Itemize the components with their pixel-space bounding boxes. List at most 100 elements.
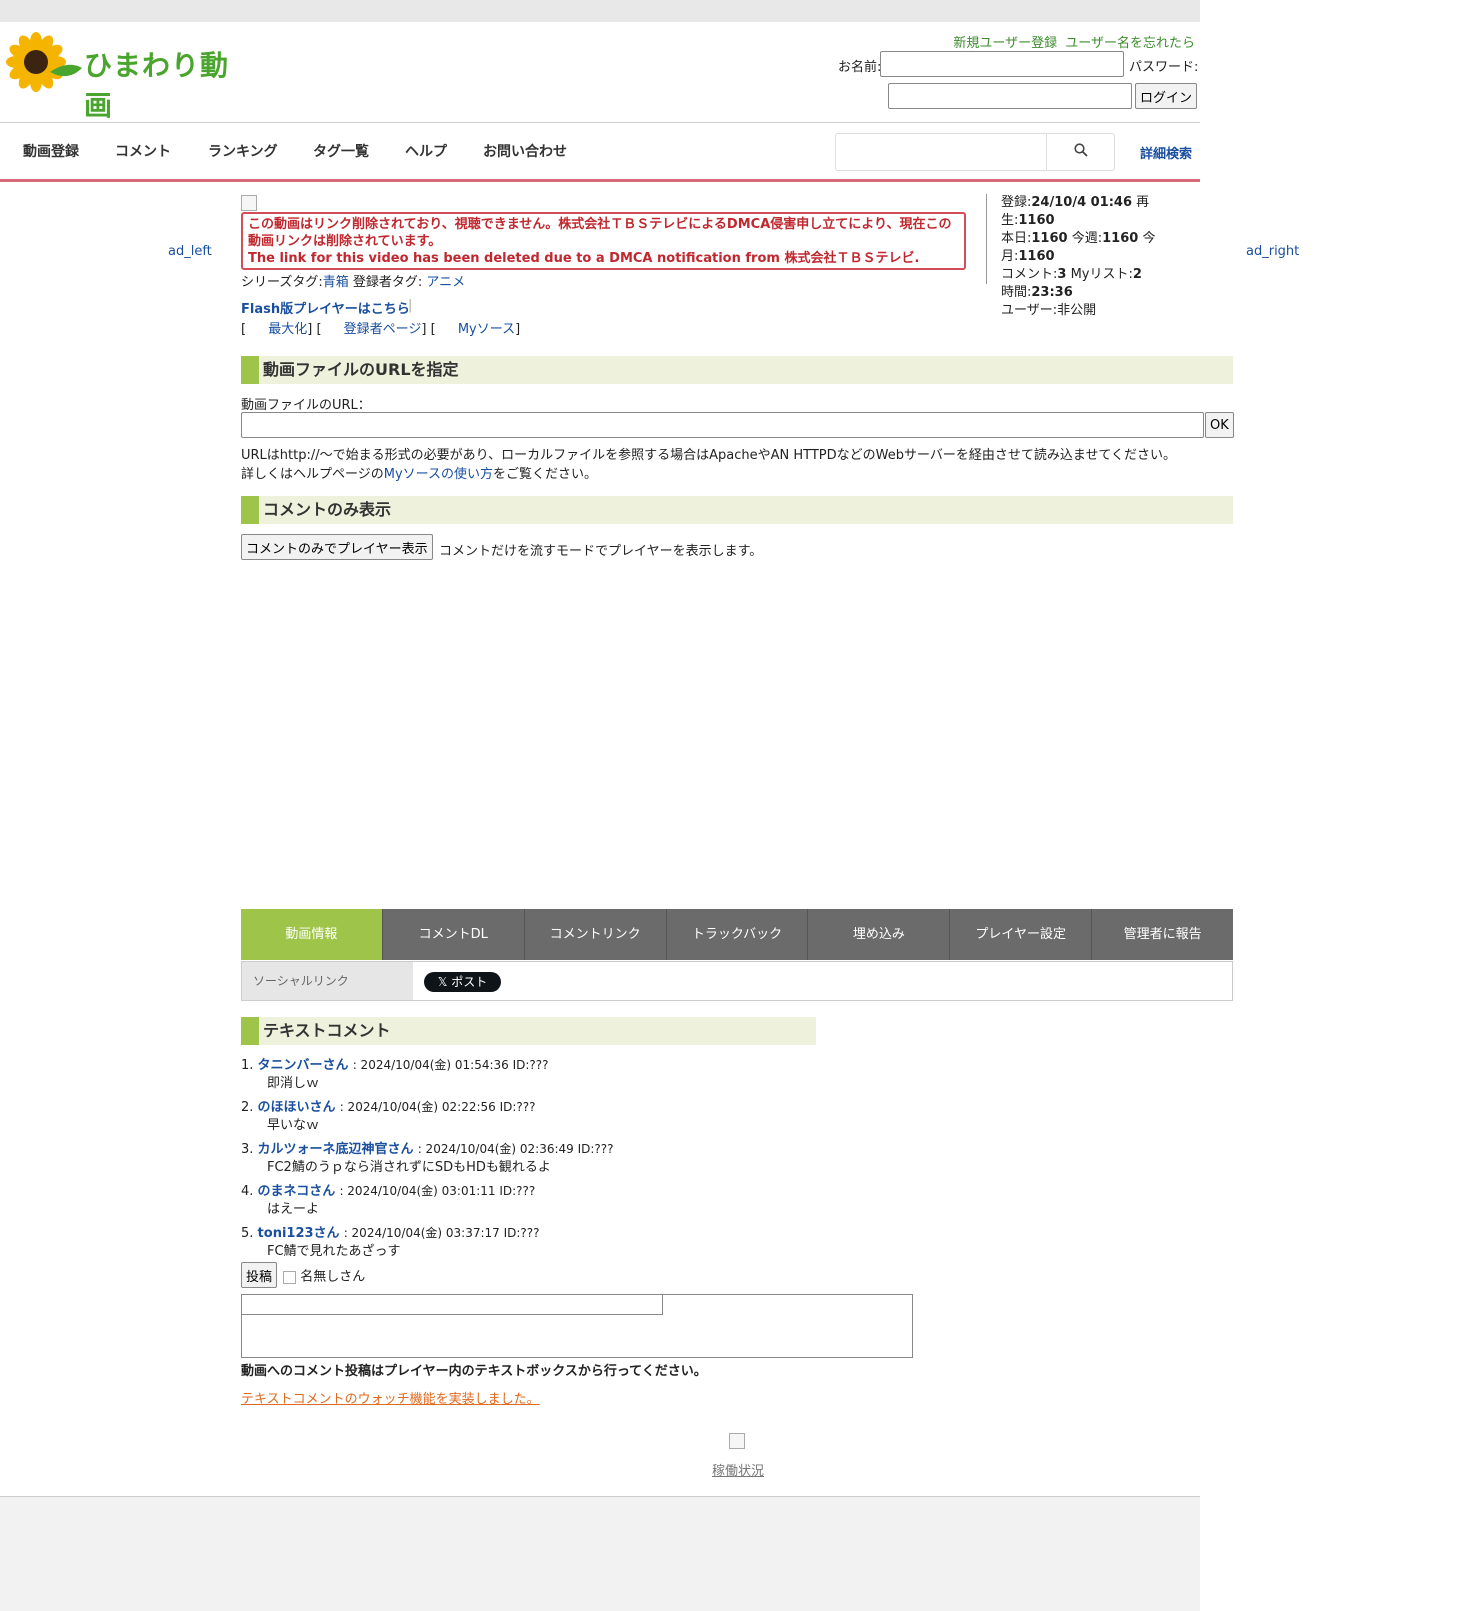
- name-label: お名前:: [838, 60, 882, 75]
- comment-author-link[interactable]: のほほいさん: [258, 1100, 336, 1115]
- comment-count-label: コメント:: [1001, 267, 1058, 282]
- reg-value: 24/10/4 01:46: [1031, 195, 1133, 210]
- url-field-label: 動画ファイルのURL：: [241, 398, 371, 413]
- login-button[interactable]: ログイン: [1135, 83, 1198, 109]
- nav-tags[interactable]: タグ一覧: [313, 141, 369, 161]
- flash-separator: |: [408, 298, 413, 313]
- tab-comment-dl[interactable]: コメントDL: [382, 909, 525, 960]
- url-ok-button[interactable]: OK: [1205, 412, 1234, 438]
- social-links-label: ソーシャルリンク: [242, 962, 413, 1000]
- text-comment-list: 1. タニンバーさん : 2024/10/04(金) 01:54:36 ID:?…: [241, 1056, 614, 1266]
- url-help-text: URLはhttp://〜で始まる形式の必要があり、ローカルファイルを参照する場合…: [241, 448, 1177, 463]
- watch-feature-link[interactable]: テキストコメントのウォッチ機能を実装しました。: [241, 1388, 540, 1407]
- comment-meta: : 2024/10/04(金) 03:01:11 ID:???: [339, 1184, 536, 1198]
- tab-trackback[interactable]: トラックバック: [666, 909, 809, 960]
- flash-player-link[interactable]: Flash版プレイヤーはこちら: [241, 298, 410, 317]
- comment-item: 2. のほほいさん : 2024/10/04(金) 02:22:56 ID:??…: [241, 1098, 614, 1135]
- tab-player-settings[interactable]: プレイヤー設定: [950, 909, 1093, 960]
- site-logo[interactable]: ひまわり動画: [6, 32, 256, 122]
- mysource-help-link[interactable]: Myソースの使い方: [384, 467, 493, 482]
- social-links-row: ソーシャルリンク 𝕏 ポスト: [241, 961, 1233, 1001]
- nav-contact[interactable]: お問い合わせ: [483, 141, 567, 161]
- comment-body: FC2鯖のうｐなら消されずにSDもHDも観れるよ: [267, 1160, 551, 1175]
- url-section-heading: 動画ファイルのURLを指定: [241, 356, 1233, 384]
- mylist-label: Myリスト:: [1070, 267, 1133, 282]
- today-value: 1160: [1031, 231, 1068, 246]
- comment-item: 1. タニンバーさん : 2024/10/04(金) 01:54:36 ID:?…: [241, 1056, 614, 1093]
- forgot-username-link[interactable]: ユーザー名を忘れたら: [1065, 36, 1195, 51]
- comment-author-link[interactable]: のまネコさん: [258, 1184, 336, 1199]
- ad-right-image[interactable]: ad_right: [1246, 244, 1299, 259]
- comment-only-player-button[interactable]: コメントのみでプレイヤー表示: [241, 534, 433, 560]
- nav-ranking[interactable]: ランキング: [208, 141, 278, 161]
- thumbnail-image: [241, 195, 257, 211]
- tab-comment-link[interactable]: コメントリンク: [524, 909, 667, 960]
- search-icon[interactable]: [1074, 143, 1088, 157]
- month-value: 1160: [1018, 249, 1055, 264]
- status-image: [729, 1433, 745, 1449]
- anonymous-label: 名無しさん: [300, 1269, 366, 1285]
- comment-only-heading: コメントのみ表示: [241, 496, 1233, 524]
- comment-item: 4. のまネコさん : 2024/10/04(金) 03:01:11 ID:??…: [241, 1182, 614, 1219]
- comment-body: 早いなｗ: [267, 1118, 320, 1133]
- logo-text: ひまわり動画: [84, 49, 230, 122]
- password-input[interactable]: [888, 83, 1132, 109]
- time-label: 時間:: [1001, 285, 1032, 300]
- search-box: [835, 133, 1115, 171]
- sunflower-icon: [6, 32, 82, 92]
- search-divider: [1046, 134, 1047, 170]
- tab-video-info[interactable]: 動画情報: [241, 909, 383, 960]
- uploader-tag-link[interactable]: アニメ: [426, 275, 465, 290]
- comment-meta: : 2024/10/04(金) 02:22:56 ID:???: [339, 1100, 536, 1114]
- maximize-link[interactable]: 最大化: [268, 322, 307, 337]
- x-post-button[interactable]: 𝕏 ポスト: [424, 972, 501, 992]
- mylist-value: 2: [1132, 267, 1142, 282]
- url-help-text-2: 詳しくはヘルプページのMyソースの使い方をご覧ください。: [241, 467, 598, 482]
- anonymous-checkbox[interactable]: [283, 1270, 297, 1284]
- comment-author-link[interactable]: toni123さん: [258, 1226, 340, 1241]
- video-tabs: 動画情報 コメントDL コメントリンク トラックバック 埋め込み プレイヤー設定…: [241, 909, 1234, 960]
- comment-post-row: 投稿 名無しさん: [241, 1262, 365, 1288]
- nav-upload[interactable]: 動画登録: [23, 141, 79, 161]
- comment-count-value: 3: [1057, 267, 1067, 282]
- nav-help[interactable]: ヘルプ: [405, 141, 447, 161]
- comment-only-desc: コメントだけを流すモードでプレイヤーを表示します。: [439, 544, 763, 559]
- uploader-page-link[interactable]: 登録者ページ: [344, 322, 422, 337]
- comment-meta: : 2024/10/04(金) 02:36:49 ID:???: [417, 1142, 614, 1156]
- comment-author-link[interactable]: カルツォーネ底辺神官さん: [258, 1142, 414, 1157]
- post-comment-button[interactable]: 投稿: [241, 1262, 278, 1288]
- tab-report-admin[interactable]: 管理者に報告: [1092, 909, 1234, 960]
- time-value: 23:36: [1031, 285, 1073, 300]
- week-label: 今週:: [1071, 231, 1103, 246]
- week-value: 1160: [1102, 231, 1139, 246]
- comment-meta: : 2024/10/04(金) 03:37:17 ID:???: [343, 1226, 540, 1240]
- series-tag-link[interactable]: 青箱: [323, 275, 349, 290]
- auth-links: 新規ユーザー登録 ユーザー名を忘れたら: [949, 32, 1195, 51]
- video-url-input[interactable]: [241, 412, 1204, 438]
- comment-body: はえーよ: [267, 1202, 320, 1217]
- tab-embed[interactable]: 埋め込み: [808, 909, 951, 960]
- comment-author-link[interactable]: タニンバーさん: [258, 1058, 349, 1073]
- register-link[interactable]: 新規ユーザー登録: [953, 36, 1057, 51]
- password-label: パスワード:: [1129, 60, 1199, 75]
- status-link[interactable]: 稼働状況: [712, 1460, 764, 1479]
- play-value: 1160: [1018, 213, 1055, 228]
- series-tag-label: シリーズタグ:: [241, 275, 323, 290]
- mysource-link[interactable]: Myソース: [458, 322, 515, 337]
- comment-name-input[interactable]: [242, 1295, 663, 1315]
- video-tags: シリーズタグ:青箱 登録者タグ: アニメ: [241, 271, 465, 290]
- name-input[interactable]: [880, 51, 1124, 77]
- comment-textarea[interactable]: [241, 1294, 913, 1358]
- ad-left-image[interactable]: ad_left: [168, 244, 212, 259]
- uploader-tag-label: 登録者タグ:: [352, 275, 423, 290]
- comment-body: 即消しｗ: [267, 1076, 320, 1091]
- comment-meta: : 2024/10/04(金) 01:54:36 ID:???: [352, 1058, 549, 1072]
- advanced-search-link[interactable]: 詳細検索: [1140, 143, 1192, 162]
- post-note: 動画へのコメント投稿はプレイヤー内のテキストボックスから行ってください。: [241, 1364, 707, 1379]
- search-input[interactable]: [836, 134, 1046, 170]
- notice-ja: この動画はリンク削除されており、視聴できません。株式会社ＴＢＳテレビによるDMC…: [248, 217, 952, 249]
- main-nav: 動画登録 コメント ランキング タグ一覧 ヘルプ お問い合わせ 詳細検索: [0, 123, 1200, 182]
- comment-item: 3. カルツォーネ底辺神官さん : 2024/10/04(金) 02:36:49…: [241, 1142, 614, 1175]
- page-footer: [0, 1496, 1200, 1611]
- nav-comments[interactable]: コメント: [115, 141, 171, 161]
